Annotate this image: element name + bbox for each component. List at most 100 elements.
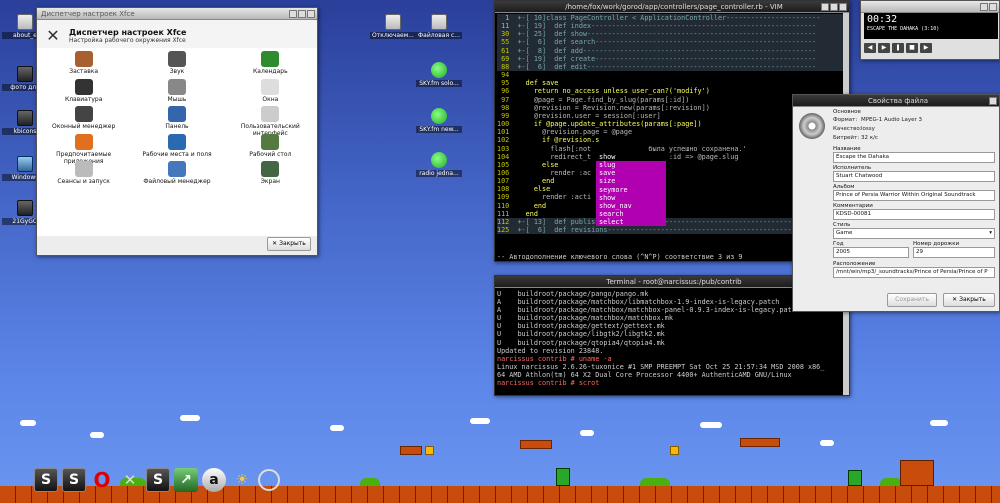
window-title: Terminal - root@narcissus:/pub/contrib	[606, 278, 742, 286]
artist-field[interactable]: Stuart Chatwood	[833, 171, 995, 182]
settings-grid: Заставка Звук Календарь Клавиатура Мышь Окна О…	[37, 48, 317, 236]
prev-icon[interactable]: ◀	[864, 43, 876, 53]
autocomplete-item[interactable]: size	[596, 177, 666, 185]
minimize-button[interactable]	[289, 10, 297, 18]
taskbar-s-2-icon[interactable]: S	[62, 468, 86, 492]
line-number: 94	[497, 71, 518, 80]
bitrate-value: 32 к/с	[861, 135, 878, 141]
line-number: 110	[497, 201, 518, 210]
taskbar-flag-icon[interactable]: a	[202, 468, 226, 492]
settings-item[interactable]: Звук	[130, 48, 223, 76]
settings-item[interactable]: Окна	[224, 76, 317, 104]
close-button[interactable]: ✕ Закрыть	[943, 293, 995, 307]
play-icon[interactable]: ▶	[878, 43, 890, 53]
next-icon[interactable]: ▶	[920, 43, 932, 53]
settings-item-label: Экран	[260, 178, 280, 185]
line-number: 105	[497, 160, 518, 169]
settings-item[interactable]: Экран	[224, 158, 317, 186]
line-number: 98	[497, 103, 518, 112]
line-text: @page = Page.find_by_slug(params[:id])	[517, 95, 690, 104]
taskbar-arrow-icon[interactable]: ↗	[174, 468, 198, 492]
line-number: 96	[497, 87, 518, 96]
year-field[interactable]: 2005	[833, 247, 909, 258]
close-button[interactable]	[989, 3, 997, 11]
format-value: MPEG-1 Audio Layer 3	[861, 117, 922, 123]
autocomplete-item[interactable]: slug	[596, 161, 666, 169]
settings-item[interactable]: Мышь	[130, 76, 223, 104]
vim-titlebar[interactable]: /home/fox/work/gorod/app/controllers/pag…	[495, 1, 849, 13]
autocomplete-item[interactable]: search	[596, 210, 666, 218]
taskbar: S S O ✕ S ↗ a ☀	[34, 466, 280, 494]
maximize-button[interactable]	[298, 10, 306, 18]
title-field[interactable]: Escape the Dahaka	[833, 152, 995, 163]
folder-icon	[17, 200, 33, 216]
settings-item[interactable]: Рабочий стол	[224, 131, 317, 159]
autocomplete-item[interactable]: show	[596, 153, 666, 162]
autocomplete-item[interactable]: show	[596, 194, 666, 202]
taskbar-clock-icon[interactable]	[258, 469, 280, 491]
desktop-icon-skyfm-solo[interactable]: SKY.fm solo...	[416, 62, 462, 87]
line-text: def save	[517, 79, 559, 88]
settings-item[interactable]: Сеансы и запуск	[37, 158, 130, 186]
properties-titlebar[interactable]: Свойства файла	[793, 95, 999, 107]
maximize-button[interactable]	[830, 3, 838, 11]
track-number-field[interactable]: 29	[913, 247, 995, 258]
line-text: @revision = Revision.new(params[:revisio…	[517, 103, 710, 112]
track-title: ESCAPE THE DAHAKA (3:10)	[867, 26, 940, 32]
settings-item[interactable]: Предпочитаемые приложения	[37, 131, 130, 165]
taskbar-weather-icon[interactable]: ☀	[230, 468, 254, 492]
desktop-icon-radio[interactable]: radio jedna...	[416, 152, 462, 177]
line-text: +-[ 25] def show------------------------…	[517, 30, 817, 39]
terminal-line: narcissus contrib # scrot	[497, 379, 600, 388]
settings-manager-window: Диспетчер настроек Xfce ✕ Диспетчер наст…	[36, 7, 318, 256]
settings-item-label: Звук	[169, 68, 185, 75]
code-line: 95 def save	[497, 79, 849, 87]
minimize-button[interactable]	[821, 3, 829, 11]
settings-item[interactable]: Пользовательский интерфейс	[224, 103, 317, 137]
settings-item-label: Оконный менеджер	[52, 123, 116, 130]
autocomplete-item[interactable]: seymore	[596, 186, 666, 194]
terminal-line: 64 AMD Athlon(tm) 64 X2 Dual Core Proces…	[497, 370, 792, 379]
section-main: Основное	[833, 109, 861, 115]
desktop-icon-skyfm-new[interactable]: SKY.fm new...	[416, 108, 462, 133]
taskbar-s-3-icon[interactable]: S	[146, 468, 170, 492]
close-button[interactable]	[307, 10, 315, 18]
settings-item[interactable]: Файловый менеджер	[130, 158, 223, 186]
fold-line: 11 +-[ 19] def index--------------------…	[497, 22, 849, 31]
album-field[interactable]: Prince of Persia Warrior Within Original…	[833, 190, 995, 201]
settings-item[interactable]: Рабочие места и поля	[130, 131, 223, 159]
desktop-icon-disable[interactable]: Отключаем...	[370, 14, 416, 39]
sessions-icon	[74, 161, 93, 177]
autocomplete-popup[interactable]: show slug save size seymore show show_nav searc…	[596, 153, 666, 227]
line-number: 125	[497, 226, 518, 235]
settings-close-button[interactable]: ✕ Закрыть	[267, 237, 311, 251]
player-titlebar[interactable]	[861, 1, 999, 13]
autocomplete-item[interactable]: save	[596, 169, 666, 177]
stop-icon[interactable]: ■	[906, 43, 918, 53]
location-field[interactable]: /mnt/win/mp3/_soundtracks/Prince of Pers…	[833, 267, 995, 278]
save-button[interactable]: Сохранить	[887, 293, 937, 307]
desktop-icon-filesys[interactable]: Файловая с...	[416, 14, 462, 39]
pause-icon[interactable]: ❚	[892, 43, 904, 53]
close-button[interactable]	[839, 3, 847, 11]
taskbar-tools-icon[interactable]: ✕	[118, 468, 142, 492]
settings-item[interactable]: Клавиатура	[37, 76, 130, 104]
settings-item[interactable]: Оконный менеджер	[37, 103, 130, 131]
close-button[interactable]	[989, 97, 997, 105]
taskbar-opera-icon[interactable]: O	[90, 468, 114, 492]
line-number: 97	[497, 95, 518, 104]
comment-field[interactable]: KDSD-00081	[833, 209, 995, 220]
minimize-button[interactable]	[980, 3, 988, 11]
autocomplete-item[interactable]: show_nav	[596, 202, 666, 210]
settings-item[interactable]: Заставка	[37, 48, 130, 76]
taskbar-s-1-icon[interactable]: S	[34, 468, 58, 492]
window-title: Диспетчер настроек Xfce	[41, 10, 135, 18]
settings-item[interactable]: Панель	[130, 103, 223, 131]
settings-item[interactable]: Календарь	[224, 48, 317, 76]
line-text: end	[517, 209, 538, 218]
genre-select[interactable]: Game ▾	[833, 228, 995, 239]
settings-titlebar[interactable]: Диспетчер настроек Xfce	[37, 8, 317, 20]
autocomplete-item[interactable]: select	[596, 218, 666, 226]
settings-item-label: Сеансы и запуск	[57, 178, 110, 185]
calendar-icon	[261, 51, 280, 67]
